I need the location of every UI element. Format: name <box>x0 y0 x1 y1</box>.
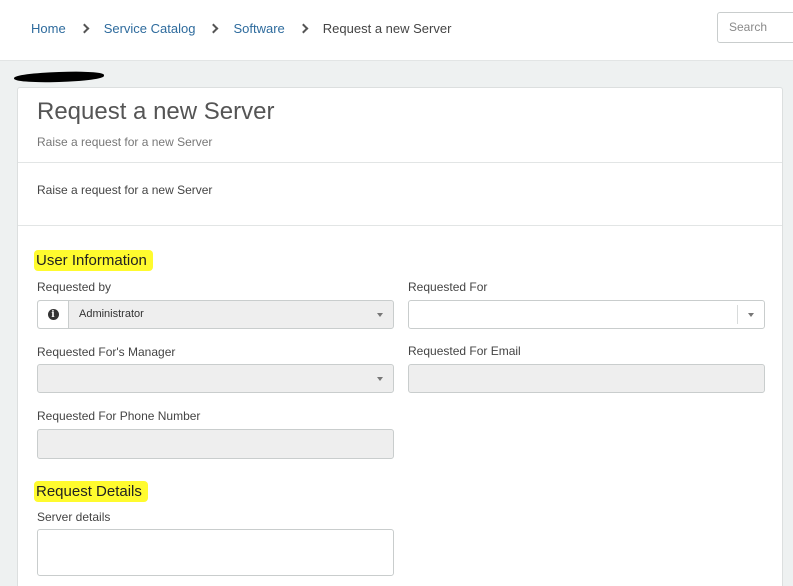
section-title-user-information: User Information <box>34 250 153 271</box>
breadcrumb-current: Request a new Server <box>322 21 452 36</box>
requested-by-label: Requested by <box>37 280 112 294</box>
breadcrumb-service-catalog[interactable]: Service Catalog <box>104 21 196 36</box>
info-icon: i <box>47 309 59 320</box>
server-details-textarea[interactable] <box>37 529 394 576</box>
select-divider <box>737 305 738 324</box>
top-bar: Home Service Catalog Software Request a … <box>0 0 793 61</box>
card-header: Request a new Server Raise a request for… <box>18 88 782 163</box>
requested-by-value: Administrator <box>79 308 144 320</box>
request-form-card: Request a new Server Raise a request for… <box>17 87 783 586</box>
requested-for-manager-label: Requested For's Manager <box>37 345 176 359</box>
caret-down-icon <box>377 313 383 317</box>
search-input[interactable]: Search <box>717 12 793 43</box>
page-subtitle: Raise a request for a new Server <box>37 135 213 149</box>
requested-for-phone-field[interactable] <box>37 429 394 459</box>
section-title-request-details: Request Details <box>34 481 148 502</box>
requested-for-phone-label: Requested For Phone Number <box>37 409 201 423</box>
info-button[interactable]: i <box>38 301 69 328</box>
requested-by-select[interactable]: i Administrator <box>37 300 394 329</box>
breadcrumb-home[interactable]: Home <box>31 21 66 36</box>
requested-for-manager-select[interactable] <box>37 364 394 393</box>
requested-for-email-field[interactable] <box>408 364 765 393</box>
requested-for-email-label: Requested For Email <box>408 344 521 358</box>
caret-down-icon <box>748 313 754 317</box>
chevron-right-icon <box>209 23 219 34</box>
section-title-user-information-text: User Information <box>34 250 153 271</box>
chevron-right-icon <box>298 23 309 34</box>
caret-down-icon <box>377 377 383 381</box>
redaction-mark <box>13 70 105 84</box>
page-title: Request a new Server <box>37 98 275 125</box>
requested-for-label: Requested For <box>408 280 488 294</box>
card-description: Raise a request for a new Server <box>18 163 782 226</box>
section-title-request-details-text: Request Details <box>34 481 148 502</box>
breadcrumb: Home Service Catalog Software Request a … <box>31 21 451 36</box>
requested-for-select[interactable] <box>408 300 765 329</box>
breadcrumb-software[interactable]: Software <box>233 21 284 36</box>
server-details-label: Server details <box>37 510 111 524</box>
chevron-right-icon <box>79 23 90 34</box>
